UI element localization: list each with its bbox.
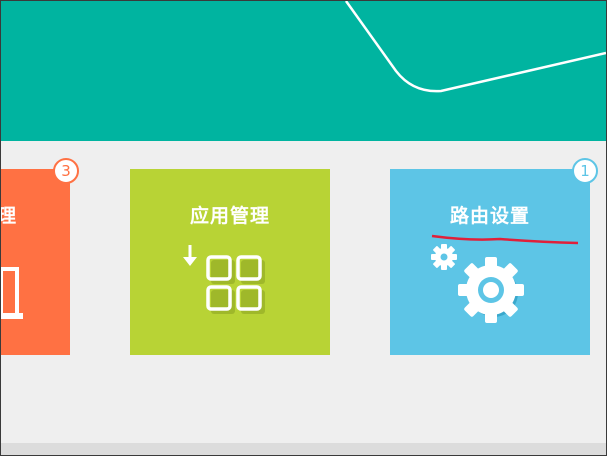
tile-device-management[interactable]: 理	[1, 169, 70, 355]
gear-icon	[431, 234, 579, 323]
header-banner	[1, 1, 606, 141]
app-grid-download-icon	[183, 245, 265, 314]
device-icon	[1, 267, 23, 319]
tile-app-management[interactable]: 应用管理	[130, 169, 330, 355]
notification-badge: 1	[572, 158, 598, 184]
red-underline-mark	[431, 234, 579, 245]
curved-line-decoration	[344, 1, 606, 93]
tile-router-settings[interactable]: 路由设置	[390, 169, 590, 355]
notification-badge: 3	[53, 158, 79, 184]
app-window: 理 3 应用管理	[0, 0, 607, 456]
bottom-strip	[1, 443, 606, 455]
